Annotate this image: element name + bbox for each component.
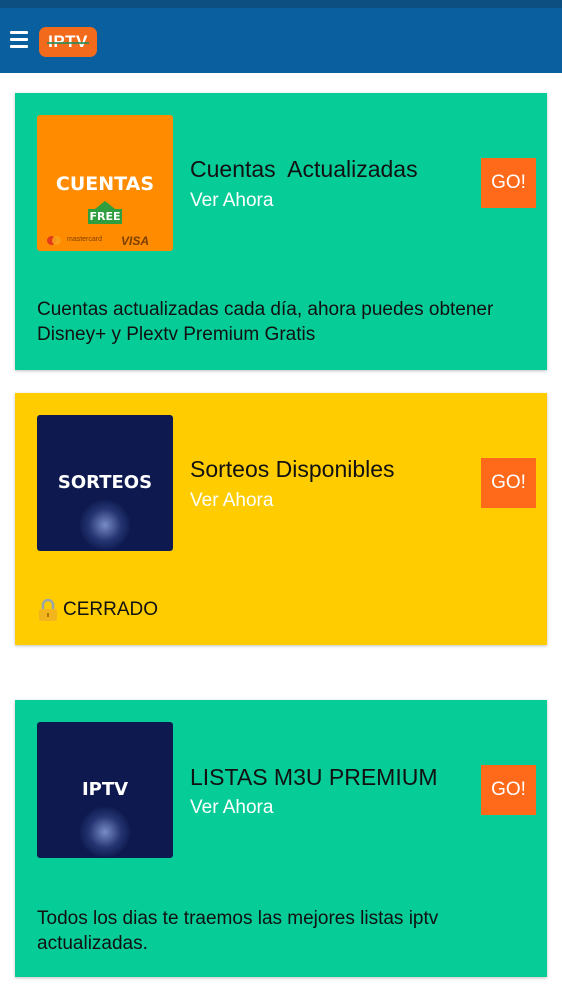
card-cuentas[interactable]: CUENTAS FREE mastercard VISA Cuentas Act… bbox=[15, 93, 547, 370]
status-closed: CERRADO bbox=[37, 598, 158, 622]
iptv-thumbnail: IPTV bbox=[37, 722, 173, 858]
visa-text: VISA bbox=[121, 234, 150, 248]
status-bar-strip bbox=[0, 0, 562, 8]
card-title: Sorteos Disponibles bbox=[190, 456, 395, 482]
card-sorteos[interactable]: SORTEOS Sorteos Disponibles Ver Ahora GO… bbox=[15, 393, 547, 645]
app-bar: IPTV bbox=[0, 8, 562, 73]
thumbnail-glow bbox=[80, 500, 130, 550]
app-logo[interactable]: IPTV bbox=[39, 27, 97, 57]
hamburger-menu-icon[interactable] bbox=[10, 29, 28, 51]
thumbnail-title: CUENTAS bbox=[55, 173, 155, 195]
card-description: Cuentas actualizadas cada día, ahora pue… bbox=[37, 299, 494, 345]
thumbnail-title: IPTV bbox=[81, 779, 129, 800]
logo-stripe bbox=[47, 42, 89, 44]
card-description: Todos los dias te traemos las mejores li… bbox=[37, 908, 439, 954]
thumbnail-glow bbox=[80, 807, 130, 857]
free-badge: FREE bbox=[88, 201, 122, 224]
mastercard-icon-overlap bbox=[52, 236, 61, 245]
card-subtitle[interactable]: Ver Ahora bbox=[190, 190, 273, 212]
card-listas[interactable]: IPTV LISTAS M3U PREMIUM Ver Ahora GO! To… bbox=[15, 700, 547, 977]
card-title: LISTAS M3U PREMIUM bbox=[190, 764, 438, 790]
cuentas-thumbnail: CUENTAS FREE mastercard VISA bbox=[37, 115, 173, 251]
sorteos-thumbnail: SORTEOS bbox=[37, 415, 173, 551]
card-title: Cuentas Actualizadas bbox=[190, 156, 418, 182]
mastercard-text: mastercard bbox=[67, 236, 103, 243]
free-roof-icon bbox=[95, 201, 115, 209]
status-text: CERRADO bbox=[63, 599, 159, 620]
thumbnail-title: SORTEOS bbox=[57, 472, 153, 493]
lock-icon bbox=[39, 598, 57, 621]
go-button[interactable]: GO! bbox=[481, 458, 536, 508]
card-subtitle[interactable]: Ver Ahora bbox=[190, 797, 273, 819]
card-subtitle[interactable]: Ver Ahora bbox=[190, 490, 273, 512]
go-button[interactable]: GO! bbox=[481, 158, 536, 208]
go-button[interactable]: GO! bbox=[481, 765, 536, 815]
